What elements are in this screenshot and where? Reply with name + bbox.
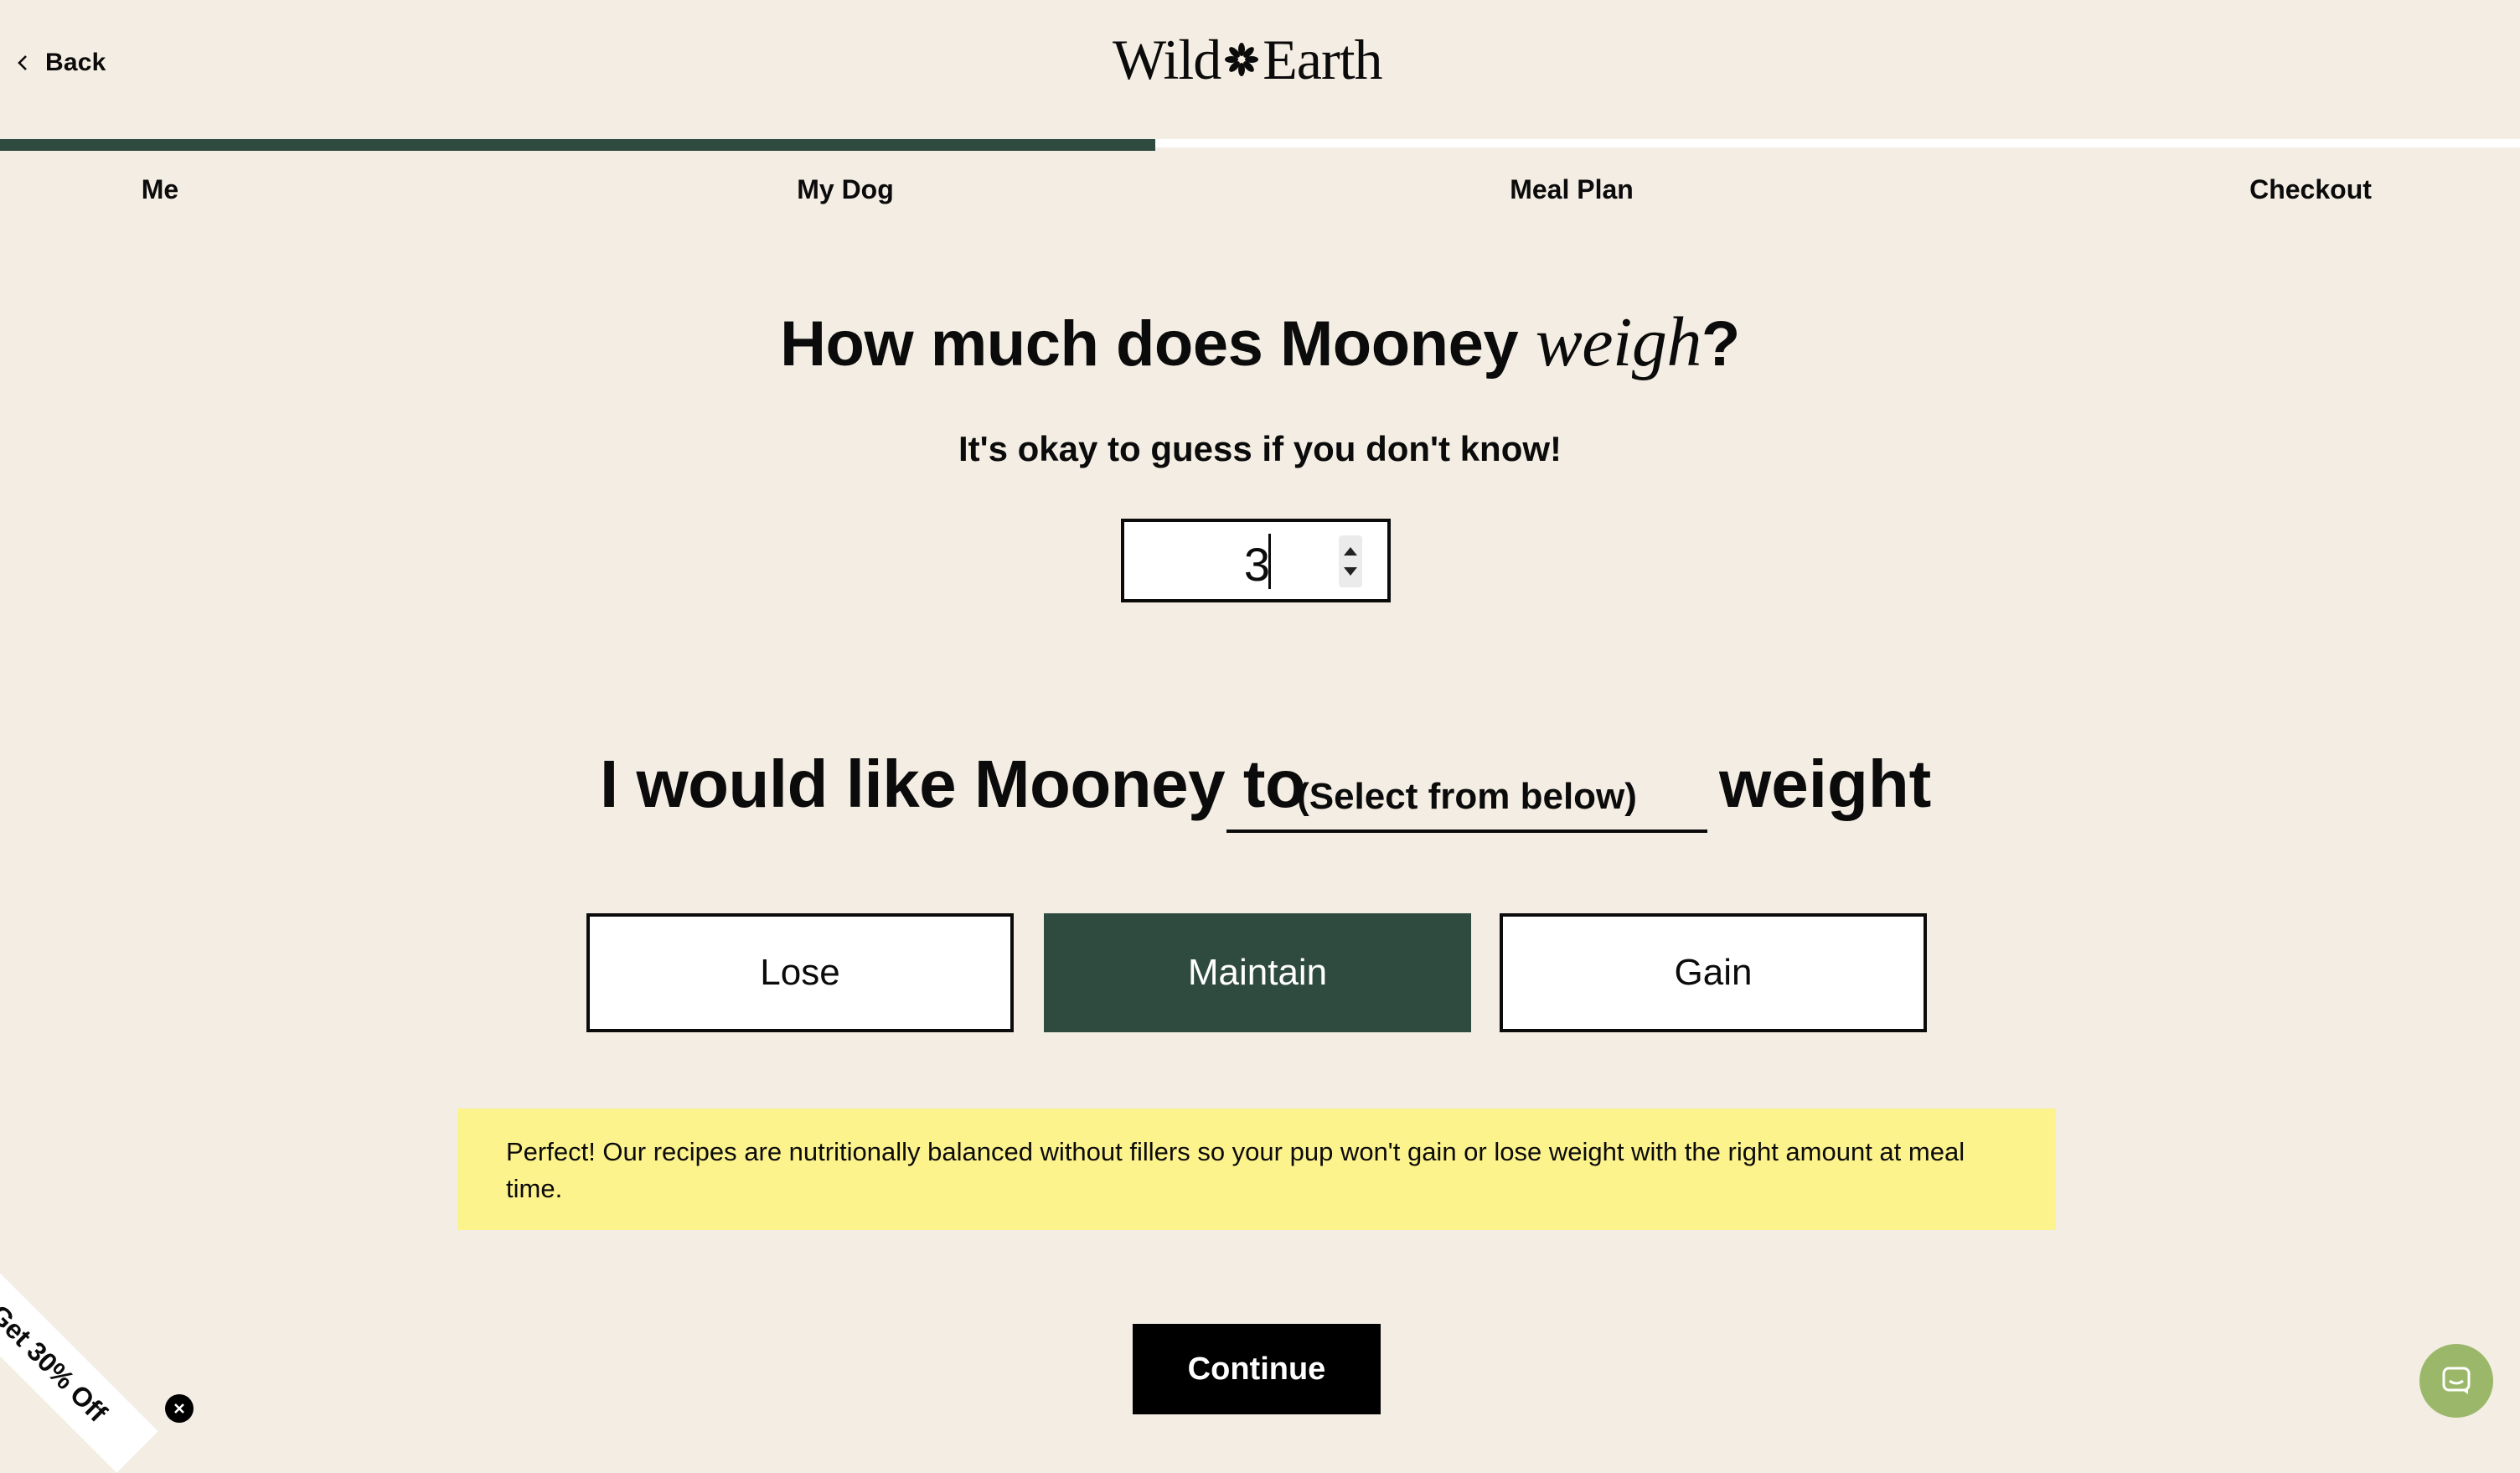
promo-tab[interactable]: Get 30% Off — [0, 1253, 158, 1473]
back-button[interactable]: Back — [15, 49, 106, 77]
question-title: How much does Mooney weigh? — [0, 302, 2520, 383]
chat-button[interactable] — [2419, 1344, 2493, 1418]
question-title-italic: weigh — [1535, 303, 1702, 381]
progress-fill — [0, 139, 1155, 151]
logo[interactable]: Wild Earth — [1113, 28, 1383, 91]
step-list: Me My Dog Meal Plan Checkout — [0, 174, 2520, 211]
step-me[interactable]: Me — [142, 174, 178, 205]
logo-text-left: Wild — [1113, 28, 1221, 91]
header: Back Wild Earth — [0, 0, 2520, 142]
weight-value: 3 — [1243, 538, 1270, 591]
step-meal-plan[interactable]: Meal Plan — [1510, 174, 1634, 205]
chat-icon — [2442, 1367, 2471, 1394]
stepper-down-icon[interactable] — [1344, 567, 1357, 576]
lose-button[interactable]: Lose — [586, 913, 1014, 1032]
question-title-suffix: ? — [1701, 308, 1740, 380]
weight-input[interactable]: 3 — [1121, 519, 1391, 602]
weight-stepper[interactable] — [1339, 535, 1362, 587]
flower-icon — [1225, 43, 1259, 76]
gain-button[interactable]: Gain — [1500, 913, 1927, 1032]
progress-bar — [0, 139, 2520, 151]
goal-sentence: I would like Mooney to (Select from belo… — [0, 746, 2520, 838]
maintain-button[interactable]: Maintain — [1044, 913, 1471, 1032]
back-label: Back — [45, 49, 106, 76]
question-subtitle: It's okay to guess if you don't know! — [958, 429, 1562, 468]
info-notice: Perfect! Our recipes are nutritionally b… — [457, 1109, 2056, 1230]
goal-select[interactable]: (Select from below) — [1226, 761, 1707, 833]
logo-text-right: Earth — [1263, 28, 1382, 91]
goal-suffix: weight — [1719, 747, 1932, 821]
text-caret — [1268, 534, 1271, 589]
continue-button[interactable]: Continue — [1133, 1324, 1381, 1414]
close-icon[interactable] — [165, 1394, 194, 1423]
stepper-up-icon[interactable] — [1344, 547, 1357, 556]
step-checkout[interactable]: Checkout — [2249, 174, 2372, 205]
step-my-dog[interactable]: My Dog — [797, 174, 894, 205]
question-title-prefix: How much does Mooney — [780, 308, 1536, 380]
chevron-left-icon — [18, 55, 27, 70]
goal-prefix: I would like Mooney to — [600, 747, 1306, 821]
